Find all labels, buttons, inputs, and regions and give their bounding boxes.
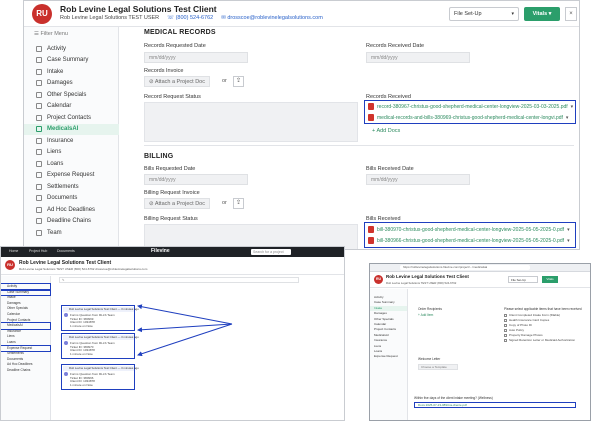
arrow-1 — [137, 304, 233, 325]
order-recipients-label: Order Recipients — [418, 307, 442, 311]
checklist-item[interactable]: Client Completed Intake Form (fillable) — [504, 313, 560, 317]
checklist-item[interactable]: Property Damage Photos — [504, 333, 543, 337]
choose-template-select[interactable]: Choose a Template — [418, 364, 458, 370]
browser-bar: https://roblevinelegalsolutions.filevine… — [370, 264, 590, 272]
checklist-item[interactable]: Signed Retention Letter or Medicaid Auth… — [504, 338, 575, 342]
client-header: RU Rob Levine Legal Solutions Test Clien… — [370, 272, 590, 288]
sidebar: Activity Case Summary Intake Damages Oth… — [370, 289, 408, 420]
file-setup-select[interactable]: File Set-Up — [508, 276, 538, 283]
highlight-doc-link[interactable]: Docs 2025-07-23-0893-la-cliente.pdf — [414, 402, 576, 408]
vitals-button[interactable]: Vitals — [542, 276, 558, 283]
intake-content: Order Recipients + Add Item Please selec… — [410, 289, 590, 420]
add-item-button[interactable]: + Add Item — [418, 313, 433, 317]
intake-screenshot: https://roblevinelegalsolutions.filevine… — [369, 263, 591, 421]
client-subtitle: Rob Levine Legal Solutions TEST USER (80… — [386, 281, 457, 285]
checklist-item[interactable]: Auto Policy — [504, 328, 524, 332]
url-bar[interactable]: https://roblevinelegalsolutions.filevine… — [400, 265, 530, 270]
highlight-label: Within five days of the client intake me… — [414, 396, 493, 400]
welcome-letter-label: Welcome Letter — [418, 357, 441, 361]
client-name: Rob Levine Legal Solutions Test Client — [386, 274, 469, 279]
sidebar-item[interactable]: Expense Request — [370, 354, 407, 359]
avatar: RU — [374, 275, 383, 284]
checklist-title: Please select applicable items that have… — [504, 307, 582, 311]
checklist-item[interactable]: Health Insurance Card Copies — [504, 318, 549, 322]
checklist-item[interactable]: Copy of Photo ID — [504, 323, 532, 327]
